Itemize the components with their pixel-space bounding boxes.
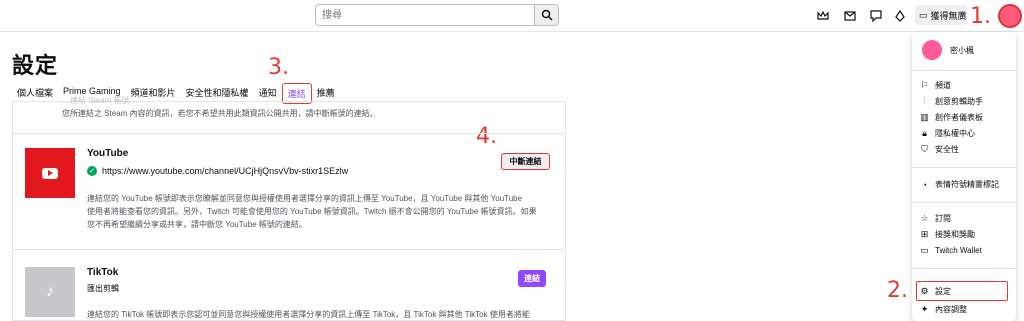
tiktok-logo: ♪ [25,267,75,317]
user-dropdown-menu: 密小楓 ⚐ 頻道 ⫶ 創意剪輯助手 ▥ 創作者儀表板 🔒︎ 隱私權中心 ⛉ 安全性 ◔ 表情… [912,32,1016,321]
search-input[interactable] [315,4,535,26]
annotation-1: 1. [970,4,991,29]
menu-item-channel[interactable]: ⚐ 頻道 [920,79,1010,92]
tiktok-name: TikTok [87,267,119,278]
menu-username: 密小楓 [950,46,974,55]
menu-item-wallet[interactable]: ▭ Twitch Wallet [920,244,1010,257]
menu-item-security[interactable]: ⛉ 安全性 [920,143,1010,156]
youtube-name: YouTube [87,148,129,159]
section-divider [12,133,566,134]
sparkle-icon: ✦ [920,304,929,314]
play-icon [48,170,53,176]
annotation-2: 2. [887,278,908,303]
annotation-3: 3. [268,55,289,80]
menu-item-creator-assistant[interactable]: ⫶ 創意剪輯助手 [920,95,1010,108]
emote-icon: ◔ [921,179,928,190]
settings-highlight-box [916,281,1008,301]
menu-item-emotes[interactable]: ◔ 表情符號精靈標記 [920,178,1010,191]
check-icon: ✓ [87,166,97,176]
channel-icon: ⚐ [920,80,929,90]
get-ad-free-button[interactable]: ▭ 獲得無廣告 [915,5,967,25]
shield-icon: ⛉ [921,144,928,154]
menu-item-drops[interactable]: ⊞ 接獎和獎勵 [920,228,1010,241]
search-button[interactable] [535,4,559,26]
dashboard-icon: ▥ [920,112,929,122]
crown-icon[interactable] [815,8,831,24]
menu-divider [912,70,1016,71]
ad-free-icon: ▭ [919,9,928,20]
connect-button[interactable]: 連結 [518,270,546,287]
section-divider [12,249,566,250]
wallet-icon: ▭ [920,245,929,255]
user-avatar-button[interactable] [998,4,1022,28]
youtube-description: 連結您的 YouTube 帳號即表示您瞭解並同意您與授權使用者選擇分享的資訊上傳… [87,194,537,229]
youtube-url: ✓ https://www.youtube.com/channel/UCjHjQ… [87,166,348,176]
lock-icon: 🔒︎ [922,128,927,138]
disconnect-button[interactable]: 中斷連結 [501,153,550,170]
menu-item-privacy-center[interactable]: 🔒︎ 隱私權中心 [920,127,1010,140]
menu-divider [912,167,1016,168]
gift-icon: ⊞ [920,229,929,239]
top-nav-bar: ▭ 獲得無廣告 [0,0,1024,32]
menu-avatar [922,40,942,60]
chat-icon[interactable] [868,8,884,24]
mail-icon[interactable] [842,8,858,24]
tiktok-description: 連結您的 TikTok 帳號即表示您認可並同意您與授權使用者選擇分享的資訊上傳至… [87,310,530,319]
menu-item-subscriptions[interactable]: ☆ 訂閱 [920,212,1010,225]
tiktok-subtext: 匯出剪輯 [87,284,119,293]
star-icon: ☆ [920,213,929,223]
menu-divider [912,268,1016,269]
page-title: 設定 [12,53,59,78]
menu-divider [912,202,1016,203]
youtube-logo [25,148,75,198]
bits-icon[interactable] [892,8,908,24]
menu-item-content-adjust[interactable]: ✦ 內容調整 [920,303,1010,316]
search-icon [541,9,553,21]
menu-item-creator-dashboard[interactable]: ▥ 創作者儀表板 [920,111,1010,124]
previous-connection-text: …連結 Steam 帳號… 您所連結之 Steam 內容的資訊，若您不希望共用此… [62,96,378,118]
creator-icon: ⫶ [923,96,926,106]
